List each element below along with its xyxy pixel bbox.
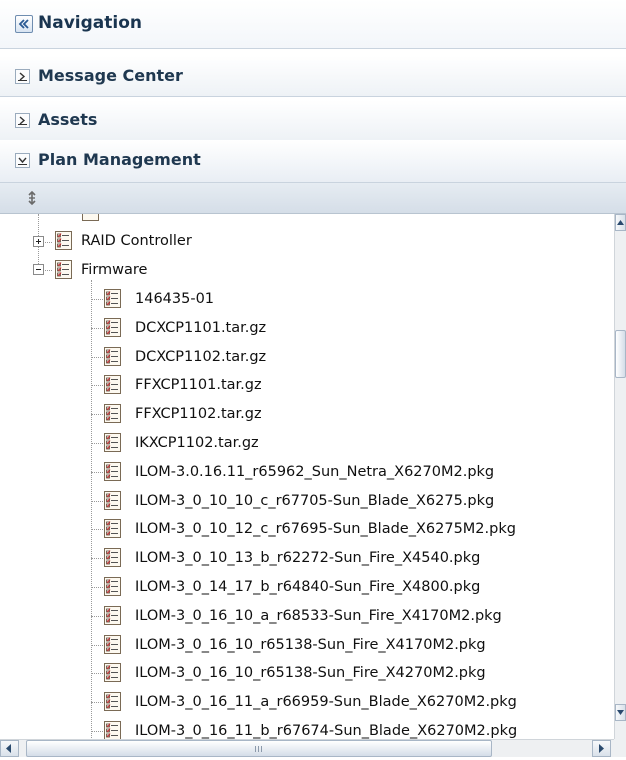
checklist-icon	[104, 433, 121, 452]
section-label[interactable]: Message Center	[38, 66, 183, 85]
double-chevron-left-icon[interactable]	[15, 15, 33, 33]
tree-node-firmware-item[interactable]: ILOM-3_0_10_12_c_r67695-Sun_Blade_X6275M…	[135, 520, 516, 538]
tree-node-firmware-item[interactable]: ILOM-3.0.16.11_r65962_Sun_Netra_X6270M2.…	[135, 463, 494, 481]
section-label[interactable]: Plan Management	[38, 150, 201, 169]
tree-node-firmware-item[interactable]: ILOM-3_0_14_17_b_r64840-Sun_Fire_X4800.p…	[135, 578, 480, 596]
tree-node-raid-controller[interactable]: RAID Controller	[81, 232, 192, 250]
checklist-icon	[104, 318, 121, 337]
tree-node-firmware-item[interactable]: FFXCP1102.tar.gz	[135, 405, 262, 423]
checklist-icon	[104, 606, 121, 625]
navigation-title: Navigation	[38, 13, 142, 33]
scroll-down-button[interactable]	[615, 704, 626, 721]
horizontal-scroll-thumb[interactable]	[26, 740, 492, 757]
chevron-right-icon[interactable]	[15, 113, 30, 128]
refresh-icon[interactable]	[24, 190, 40, 206]
navigation-header: Navigation	[0, 0, 626, 49]
tree-node-firmware-item[interactable]: IKXCP1102.tar.gz	[135, 434, 259, 452]
tree-node-firmware-item[interactable]: ILOM-3_0_16_11_b_r67674-Sun_Blade_X6270M…	[135, 722, 517, 739]
chevron-down-icon[interactable]	[15, 153, 30, 168]
checklist-icon	[104, 548, 121, 567]
collapse-minus-icon[interactable]	[33, 264, 44, 275]
checklist-icon	[104, 462, 121, 481]
checklist-icon	[104, 577, 121, 596]
tree-node-firmware-item[interactable]: ILOM-3_0_16_11_a_r66959-Sun_Blade_X6270M…	[135, 693, 517, 711]
tree-node-firmware-item[interactable]: ILOM-3_0_10_13_b_r62272-Sun_Fire_X4540.p…	[135, 549, 480, 567]
scrollbar-corner	[614, 739, 626, 757]
checklist-icon	[55, 231, 72, 250]
checklist-icon	[104, 519, 121, 538]
tree-node-firmware[interactable]: Firmware	[81, 261, 147, 279]
checklist-icon	[104, 289, 121, 308]
checklist-icon	[104, 721, 121, 739]
section-label[interactable]: Assets	[38, 110, 97, 129]
vertical-scrollbar[interactable]	[614, 214, 626, 739]
checklist-icon	[104, 663, 121, 682]
scroll-right-button[interactable]	[592, 740, 611, 757]
tree-node-firmware-item[interactable]: DCXCP1101.tar.gz	[135, 319, 266, 337]
scroll-left-button[interactable]	[0, 740, 19, 757]
checklist-icon	[82, 214, 99, 221]
vertical-scroll-thumb[interactable]	[615, 330, 626, 378]
checklist-icon	[104, 347, 121, 366]
tree-node-firmware-item[interactable]: ILOM-3_0_10_10_c_r67705-Sun_Blade_X6275.…	[135, 492, 494, 510]
checklist-icon	[104, 404, 121, 423]
checklist-icon	[55, 260, 72, 279]
tree-node-firmware-item[interactable]: ILOM-3_0_16_10_a_r68533-Sun_Fire_X4170M2…	[135, 607, 502, 625]
tree-node-firmware-item[interactable]: FFXCP1101.tar.gz	[135, 376, 262, 394]
tree-node-firmware-item[interactable]: 146435-01	[135, 290, 214, 308]
scroll-up-button[interactable]	[615, 214, 626, 231]
checklist-icon	[104, 635, 121, 654]
checklist-icon	[104, 375, 121, 394]
chevron-right-icon[interactable]	[15, 69, 30, 84]
horizontal-scrollbar[interactable]	[0, 739, 614, 757]
section-assets[interactable]: Assets	[0, 100, 626, 141]
tree-node-firmware-item[interactable]: ILOM-3_0_16_10_r65138-Sun_Fire_X4270M2.p…	[135, 664, 486, 682]
plan-tree: RAID Controller Firmware 146435-01 DCXCP1…	[0, 214, 614, 739]
tree-node-firmware-item[interactable]: DCXCP1102.tar.gz	[135, 348, 266, 366]
section-message-center[interactable]: Message Center	[0, 56, 626, 97]
expand-plus-icon[interactable]	[33, 236, 44, 247]
plan-toolbar	[0, 183, 626, 214]
checklist-icon	[104, 491, 121, 510]
section-plan-management[interactable]: Plan Management	[0, 140, 626, 183]
checklist-icon	[104, 692, 121, 711]
tree-node-firmware-item[interactable]: ILOM-3_0_16_10_r65138-Sun_Fire_X4170M2.p…	[135, 636, 486, 654]
